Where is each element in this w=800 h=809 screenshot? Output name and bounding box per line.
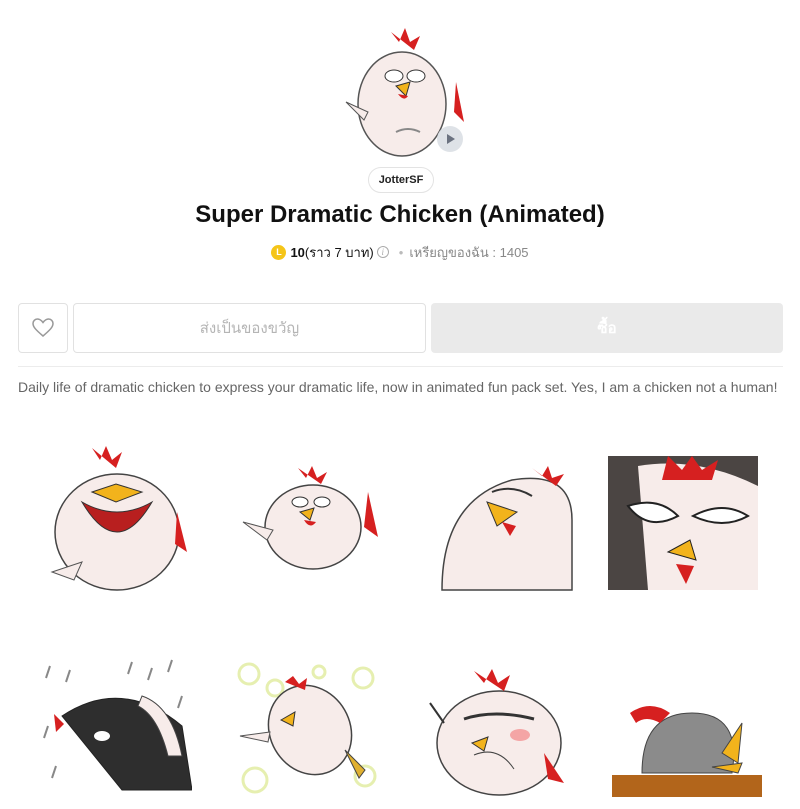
divider (18, 366, 783, 367)
sticker-image (43, 659, 193, 791)
play-icon (447, 134, 455, 144)
sticker-head-down[interactable] (612, 655, 762, 805)
coin-icon: L (271, 244, 287, 260)
sticker-rain-gloom[interactable] (42, 648, 193, 798)
buy-button[interactable]: ซื้อ (431, 303, 783, 353)
pack-description: Daily life of dramatic chicken to expres… (18, 379, 778, 395)
pack-title: Super Dramatic Chicken (Animated) (195, 201, 605, 228)
sticker-image (50, 446, 187, 591)
sticker-image (429, 669, 564, 796)
play-animation-button[interactable] (437, 126, 463, 152)
sticker-closeup-eyes[interactable] (608, 448, 758, 598)
price-approx: (ราว 7 บาท) (304, 244, 374, 260)
sticker-side-glare[interactable] (432, 442, 582, 592)
favorite-button[interactable] (18, 303, 68, 353)
sticker-image (441, 466, 573, 591)
my-coins-balance: เหรียญของฉัน : 1405 (409, 244, 529, 260)
author-badge[interactable]: JotterSF (368, 167, 434, 193)
price-coins: 10 (290, 244, 305, 260)
sticker-image (612, 706, 762, 797)
sticker-pointing-tongue[interactable] (238, 442, 388, 592)
price-row: L 10 (ราว 7 บาท) i • เหรียญของฉัน : 1405 (0, 242, 800, 262)
sticker-image (237, 662, 377, 794)
separator-dot: • (398, 244, 404, 260)
send-gift-button[interactable]: ส่งเป็นของขวัญ (73, 303, 426, 353)
sticker-falling-bubbles[interactable] (235, 652, 385, 802)
sticker-image (608, 456, 758, 590)
heart-icon (32, 318, 54, 337)
sticker-image (242, 466, 378, 570)
sticker-blushing-covering[interactable] (424, 655, 574, 805)
info-icon[interactable]: i (376, 246, 389, 258)
sticker-crying-laugh[interactable] (42, 442, 192, 592)
